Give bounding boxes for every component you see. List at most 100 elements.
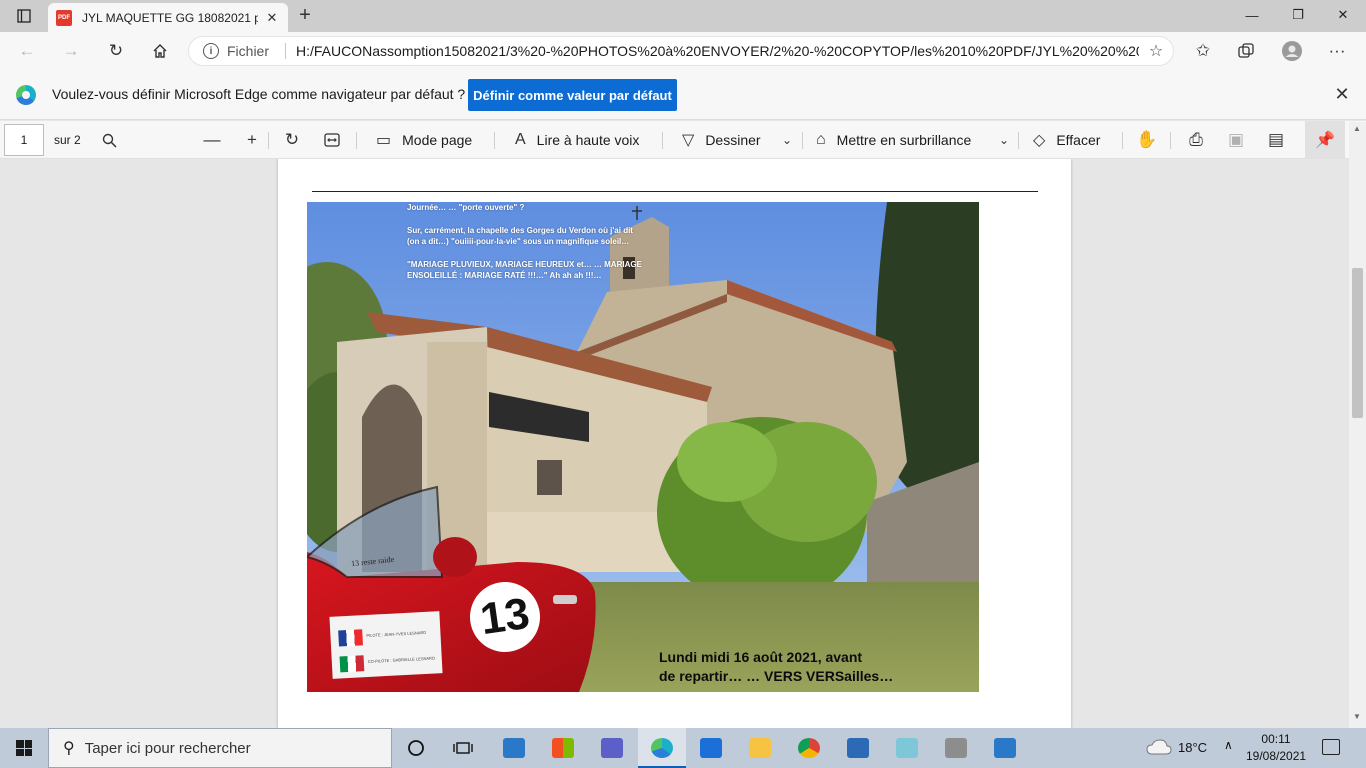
zoom-in-icon[interactable]: + (237, 121, 267, 159)
page-view-button[interactable]: ▭ Mode page (376, 121, 472, 159)
favorites-icon[interactable]: ✩ (1188, 36, 1218, 66)
erase-button[interactable]: ◇ Effacer (1033, 121, 1100, 159)
tab-close-icon[interactable]: ✕ (264, 10, 280, 26)
weather-temperature[interactable]: 18°C (1178, 740, 1207, 755)
toolbar-divider (662, 132, 663, 149)
taskbar-search[interactable]: ⚲ Taper ici pour rechercher (48, 728, 392, 768)
tab-actions-icon[interactable] (8, 4, 40, 28)
toolbar-divider (356, 132, 357, 149)
maximize-button[interactable]: ❐ (1275, 0, 1321, 30)
rotate-icon[interactable]: ↻ (277, 121, 307, 159)
app-notes-icon[interactable] (891, 732, 923, 764)
zoom-out-icon[interactable]: — (197, 121, 227, 159)
chrome-icon[interactable] (793, 732, 825, 764)
scroll-down-icon[interactable]: ▼ (1353, 712, 1361, 721)
app-blue-icon[interactable] (498, 732, 530, 764)
back-arrow-icon[interactable]: ← (12, 36, 42, 66)
system-clock[interactable]: 00:11 19/08/2021 (1246, 731, 1306, 765)
scroll-thumb[interactable] (1352, 268, 1363, 418)
draw-chevron-down-icon[interactable]: ⌄ (772, 121, 802, 159)
tab-bar: PDF JYL MAQUETTE GG 18082021 pd ✕ + — ❐ … (0, 0, 1366, 32)
home-icon[interactable] (145, 36, 175, 66)
pdf-icon: PDF (56, 9, 72, 26)
app-blue-2-icon[interactable] (989, 732, 1021, 764)
info-icon[interactable]: i (203, 43, 219, 59)
page-number-input[interactable]: 1 (4, 124, 44, 156)
minimize-button[interactable]: — (1229, 0, 1275, 30)
collections-icon[interactable] (1231, 36, 1261, 66)
mail-icon[interactable] (695, 732, 727, 764)
save-icon[interactable]: ▣ (1221, 121, 1251, 159)
pdf-viewport: Journée… … "porte ouverte" ? Sur, carrém… (0, 159, 1366, 728)
france-flag-icon (338, 629, 363, 647)
touch-write-icon[interactable]: ✋ (1132, 121, 1162, 159)
search-icon[interactable] (94, 121, 124, 159)
tray-chevron-up-icon[interactable]: ∧ (1224, 738, 1233, 752)
read-aloud-icon: A (515, 131, 526, 148)
clock-date: 19/08/2021 (1246, 749, 1307, 763)
store-icon[interactable] (547, 732, 579, 764)
page-view-icon: ▭ (376, 132, 392, 149)
address-divider (285, 43, 287, 59)
file-explorer-icon[interactable] (744, 732, 776, 764)
scroll-up-icon[interactable]: ▲ (1353, 124, 1361, 133)
edge-taskbar-icon[interactable] (646, 732, 678, 764)
photos-icon[interactable] (842, 732, 874, 764)
caption-bottom-line: Lundi midi 16 août 2021, avant (659, 649, 863, 665)
edge-logo-icon (16, 85, 36, 105)
page-view-label: Mode page (402, 132, 473, 148)
cortana-icon[interactable] (400, 732, 432, 764)
app-docs-icon[interactable] (940, 732, 972, 764)
highlight-chevron-down-icon[interactable]: ⌄ (989, 121, 1019, 159)
caption-line: Journée… … "porte ouverte" ? (407, 203, 525, 212)
set-default-button[interactable]: Définir comme valeur par défaut (468, 79, 677, 111)
caption-bottom-line: de repartir… … VERS VERSailles… (659, 668, 894, 684)
horizontal-rule (312, 191, 1038, 192)
toolbar-divider (1018, 132, 1019, 149)
close-window-button[interactable]: ✕ (1320, 0, 1366, 30)
refresh-icon[interactable]: ↻ (101, 36, 131, 66)
tab-title: JYL MAQUETTE GG 18082021 pd (82, 10, 258, 25)
highlighter-icon: ⌂ (816, 131, 826, 148)
notifications-icon[interactable] (1322, 739, 1340, 755)
pin-toolbar-icon[interactable]: 📌 (1305, 121, 1345, 159)
toolbar-divider (494, 132, 495, 149)
address-bar[interactable]: i Fichier H:/FAUCONassomption15082021/3%… (188, 36, 1174, 66)
windows-taskbar: ⚲ Taper ici pour rechercher 18°C ∧ 00:11… (0, 728, 1366, 768)
pilot-text: PILOTE : JEAN-YVES LESNARD (366, 629, 427, 639)
pdf-page: Journée… … "porte ouverte" ? Sur, carrém… (278, 159, 1071, 728)
weather-cloud-icon[interactable] (1146, 738, 1172, 756)
highlight-button[interactable]: ⌂ Mettre en surbrillance (816, 121, 971, 159)
address-url[interactable]: H:/FAUCONassomption15082021/3%20-%20PHOT… (296, 43, 1139, 59)
print-icon[interactable]: ⎙ (1181, 121, 1211, 159)
new-tab-button[interactable]: + (292, 4, 318, 28)
forward-arrow-icon[interactable]: → (56, 36, 86, 66)
draw-button[interactable]: ▽ Dessiner (682, 121, 761, 159)
save-as-icon[interactable]: ▤ (1261, 121, 1291, 159)
infobar-close-icon[interactable]: ✕ (1332, 84, 1352, 104)
caption-top: Journée… … "porte ouverte" ? Sur, carrém… (407, 202, 647, 293)
vertical-scrollbar[interactable]: ▲ ▼ (1349, 122, 1366, 728)
address-scheme: Fichier (227, 43, 270, 59)
default-browser-infobar: Voulez-vous définir Microsoft Edge comme… (0, 70, 1366, 120)
task-view-icon[interactable] (447, 732, 479, 764)
page-total-label: sur 2 (54, 133, 81, 147)
add-favorite-icon[interactable]: ☆ (1139, 41, 1173, 61)
caption-line: "MARIAGE PLUVIEUX, MARIAGE HEUREUX et… …… (407, 260, 642, 280)
caption-bottom: Lundi midi 16 août 2021, avant de repart… (659, 648, 959, 686)
toolbar-divider (268, 132, 269, 149)
tab-active[interactable]: PDF JYL MAQUETTE GG 18082021 pd ✕ (48, 3, 288, 32)
chapel-photo: Journée… … "porte ouverte" ? Sur, carrém… (307, 202, 979, 692)
toolbar-divider (1170, 132, 1171, 149)
profile-avatar-icon[interactable] (1277, 36, 1307, 66)
clock-time: 00:11 (1261, 732, 1291, 746)
app-purple-icon[interactable] (596, 732, 628, 764)
read-aloud-button[interactable]: A Lire à haute voix (515, 121, 639, 159)
more-options-icon[interactable]: ··· (1322, 36, 1352, 66)
start-button[interactable] (0, 728, 48, 768)
windows-logo-icon (16, 740, 32, 756)
toolbar-divider (1122, 132, 1123, 149)
navigation-bar: ← → ↻ i Fichier H:/FAUCONassomption15082… (0, 32, 1366, 70)
taskbar-search-placeholder: Taper ici pour rechercher (84, 739, 251, 757)
fit-width-icon[interactable] (317, 121, 347, 159)
